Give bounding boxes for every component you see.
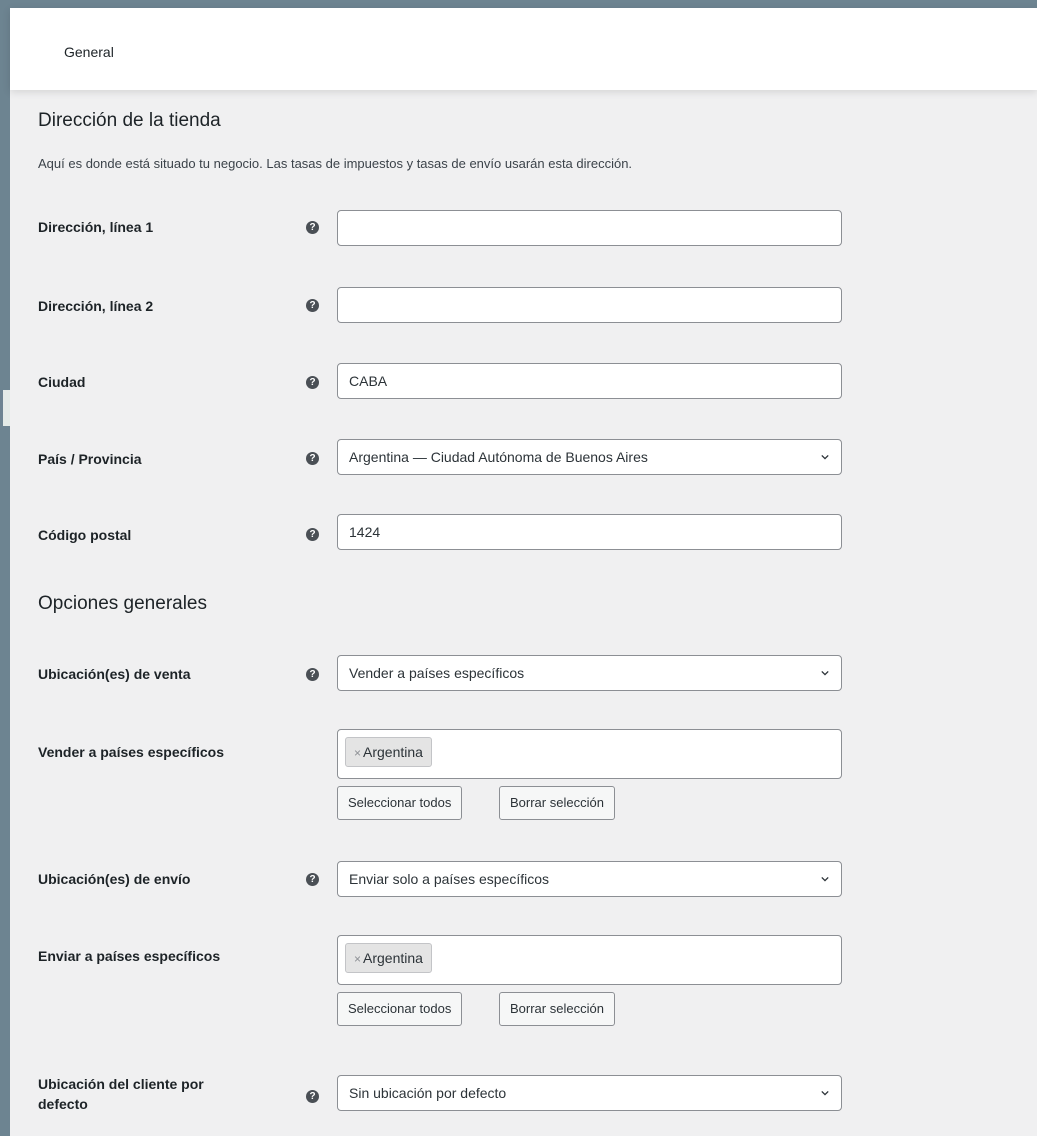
- clear-selection-button[interactable]: Borrar selección: [499, 786, 615, 820]
- address-2-input[interactable]: [337, 287, 842, 323]
- tab-general[interactable]: General: [64, 44, 114, 60]
- chevron-down-icon: [821, 670, 829, 676]
- specific-shipping-countries-field[interactable]: × Argentina: [337, 935, 842, 985]
- selling-locations-select[interactable]: Vender a países específicos: [337, 655, 842, 691]
- specific-selling-countries-field[interactable]: × Argentina: [337, 729, 842, 779]
- label-address-2: Dirección, línea 2: [38, 298, 154, 314]
- label-default-customer-location: Ubicación del cliente por defecto: [38, 1074, 204, 1114]
- selling-locations-value: Vender a países específicos: [349, 665, 525, 681]
- label-selling-locations: Ubicación(es) de venta: [38, 666, 191, 682]
- country-chip-label: Argentina: [363, 950, 423, 966]
- label-city: Ciudad: [38, 374, 86, 390]
- label-specific-selling: Vender a países específicos: [38, 744, 224, 760]
- label-line-2: defecto: [38, 1096, 88, 1112]
- country-state-select[interactable]: Argentina — Ciudad Autónoma de Buenos Ai…: [337, 439, 842, 475]
- window-frame-top: [0, 0, 1037, 8]
- postcode-input[interactable]: [337, 514, 842, 550]
- question-circle-icon[interactable]: ?: [306, 299, 319, 312]
- settings-panel: General Dirección de la tienda Aquí es d…: [10, 8, 1037, 1136]
- select-all-button[interactable]: Seleccionar todos: [337, 992, 463, 1026]
- section-title-general-options: Opciones generales: [38, 593, 207, 614]
- label-line-1: Ubicación del cliente por: [38, 1076, 204, 1092]
- chevron-down-icon: [821, 1090, 829, 1096]
- window-frame-left: [0, 0, 11, 1136]
- label-address-1: Dirección, línea 1: [38, 219, 154, 235]
- label-shipping-locations: Ubicación(es) de envío: [38, 871, 191, 887]
- question-circle-icon[interactable]: ?: [306, 873, 319, 886]
- question-circle-icon[interactable]: ?: [306, 528, 319, 541]
- address-1-input[interactable]: [337, 210, 842, 246]
- question-circle-icon[interactable]: ?: [306, 376, 319, 389]
- city-input[interactable]: [337, 363, 842, 399]
- label-postcode: Código postal: [38, 527, 132, 543]
- country-chip-label: Argentina: [363, 744, 423, 760]
- settings-tab-bar: General: [10, 8, 1037, 90]
- question-circle-icon[interactable]: ?: [306, 668, 319, 681]
- label-country-state: País / Provincia: [38, 451, 142, 467]
- remove-chip-icon[interactable]: ×: [354, 952, 361, 966]
- country-chip[interactable]: × Argentina: [345, 737, 432, 767]
- question-circle-icon[interactable]: ?: [306, 452, 319, 465]
- default-customer-location-select[interactable]: Sin ubicación por defecto: [337, 1075, 842, 1111]
- chevron-down-icon: [821, 454, 829, 460]
- section-title-store-address: Dirección de la tienda: [38, 110, 221, 131]
- shipping-locations-select[interactable]: Enviar solo a países específicos: [337, 861, 842, 897]
- section-description: Aquí es donde está situado tu negocio. L…: [38, 156, 633, 171]
- label-specific-shipping: Enviar a países específicos: [38, 948, 221, 964]
- select-all-button[interactable]: Seleccionar todos: [337, 786, 463, 820]
- shipping-locations-value: Enviar solo a países específicos: [349, 871, 549, 887]
- question-circle-icon[interactable]: ?: [306, 221, 319, 234]
- question-circle-icon[interactable]: ?: [306, 1090, 319, 1103]
- chevron-down-icon: [821, 876, 829, 882]
- country-chip[interactable]: × Argentina: [345, 943, 432, 973]
- default-customer-location-value: Sin ubicación por defecto: [349, 1085, 507, 1101]
- country-state-value: Argentina — Ciudad Autónoma de Buenos Ai…: [349, 449, 648, 465]
- clear-selection-button[interactable]: Borrar selección: [499, 992, 615, 1026]
- remove-chip-icon[interactable]: ×: [354, 746, 361, 760]
